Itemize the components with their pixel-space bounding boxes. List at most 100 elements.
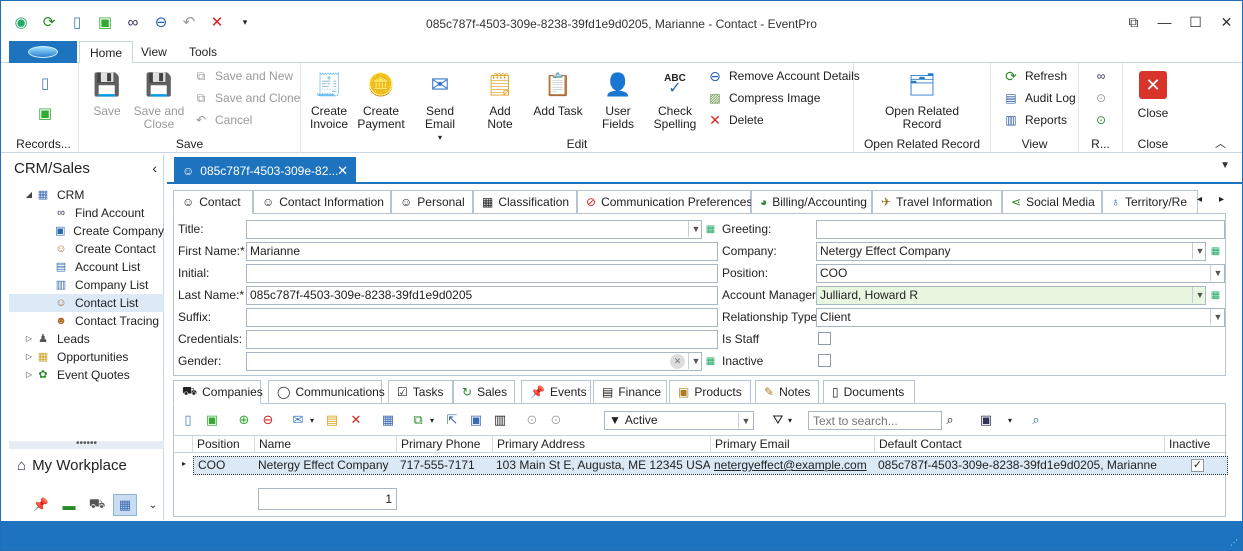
- maximize-button[interactable]: ☐: [1180, 9, 1211, 35]
- chevron-down-icon[interactable]: ▼: [1192, 243, 1207, 259]
- tab-communications[interactable]: ◯ Communications: [268, 380, 385, 404]
- collapsed-arrow-icon[interactable]: ▷: [23, 330, 35, 348]
- nav-item-contact-list[interactable]: ☺ Contact List: [9, 294, 164, 312]
- initial-field[interactable]: [246, 264, 718, 283]
- dropdown-arrow-icon[interactable]: ▾: [1000, 410, 1020, 430]
- move-up-icon[interactable]: ⊙: [522, 410, 542, 430]
- tab-contact-information[interactable]: ☺ Contact Information: [253, 190, 391, 214]
- add-note-button[interactable]: 🗒 Add Note: [475, 67, 525, 131]
- document-tab[interactable]: ☺ 085c787f-4503-309e-82... ✕: [174, 157, 356, 184]
- move-down-button[interactable]: ⊙: [1093, 110, 1115, 130]
- greeting-field[interactable]: [816, 220, 1225, 239]
- search-input[interactable]: [808, 411, 942, 430]
- first-name-field[interactable]: Marianne: [246, 242, 718, 261]
- find-button[interactable]: ∞: [1093, 66, 1115, 86]
- tab-tasks[interactable]: ☑ Tasks: [388, 380, 453, 404]
- move-down-icon[interactable]: ⊙: [546, 410, 566, 430]
- dropdown-arrow-icon[interactable]: ▾: [302, 410, 322, 430]
- lookup-icon[interactable]: ▦: [703, 354, 718, 369]
- position-select[interactable]: COO: [816, 264, 1225, 283]
- cancel-button[interactable]: ↶ Cancel: [193, 110, 252, 130]
- title-select[interactable]: [246, 220, 702, 239]
- nav-item-event-quotes[interactable]: ▷ ✿ Event Quotes: [9, 366, 164, 384]
- add-row-icon[interactable]: ⊕: [234, 410, 254, 430]
- new-icon[interactable]: ▯: [178, 410, 198, 430]
- expanded-arrow-icon[interactable]: ◢: [23, 186, 35, 204]
- credentials-field[interactable]: [246, 330, 718, 349]
- pin-icon[interactable]: 📌: [29, 494, 53, 516]
- truck-icon[interactable]: ⛟: [85, 494, 109, 516]
- create-payment-button[interactable]: 🪙 Create Payment: [357, 67, 405, 131]
- resize-grip-icon[interactable]: ⋰: [1230, 538, 1238, 547]
- collapsed-arrow-icon[interactable]: ▷: [23, 348, 35, 366]
- remove-account-details-button[interactable]: ⊖ Remove Account Details: [707, 66, 860, 86]
- tab-documents[interactable]: ▯ Documents: [823, 380, 915, 404]
- open-icon[interactable]: ⇱: [442, 410, 462, 430]
- nav-item-leads[interactable]: ▷ ♟ Leads: [9, 330, 164, 348]
- column-header-inactive[interactable]: Inactive: [1164, 436, 1227, 453]
- is-staff-checkbox[interactable]: [818, 332, 831, 345]
- open-related-record-button[interactable]: 🗂 Open Related Record: [872, 67, 972, 131]
- tab-territory[interactable]: ♁ Territory/Re: [1102, 190, 1198, 214]
- search-icon[interactable]: ⌕: [940, 410, 960, 430]
- tab-billing-accounting[interactable]: ◕ Billing/Accounting: [751, 190, 872, 214]
- tab-companies[interactable]: ⛟ Companies: [173, 380, 263, 404]
- dropdown-arrow-icon[interactable]: ▾: [422, 410, 442, 430]
- nav-item-create-company[interactable]: ▣ Create Company: [9, 222, 164, 240]
- tab-communication-preferences[interactable]: ⊘ Communication Preferences: [577, 190, 752, 214]
- dropdown-arrow-icon[interactable]: ▾: [780, 410, 800, 430]
- tab-social-media[interactable]: ⋖ Social Media: [1002, 190, 1102, 214]
- inactive-row-checkbox[interactable]: ✓: [1191, 459, 1204, 472]
- tab-list-dropdown-icon[interactable]: ▼: [1220, 160, 1230, 171]
- remove-row-icon[interactable]: ⊖: [258, 410, 278, 430]
- clear-icon[interactable]: ✕: [670, 354, 685, 369]
- column-header-default-contact[interactable]: Default Contact: [874, 436, 1164, 453]
- nav-item-opportunities[interactable]: ▷ ▦ Opportunities: [9, 348, 164, 366]
- app-menu-button[interactable]: [9, 41, 77, 63]
- refresh-button[interactable]: ⟳ Refresh: [1003, 66, 1067, 86]
- close-button[interactable]: ✕ Close: [1131, 67, 1175, 120]
- tab-personal[interactable]: ☺ Personal: [391, 190, 473, 214]
- column-header-primary-phone[interactable]: Primary Phone: [396, 436, 492, 453]
- tab-travel-information[interactable]: ✈ Travel Information: [872, 190, 1002, 214]
- save-and-close-button[interactable]: 💾 Save and Close: [131, 67, 187, 131]
- lookup-icon[interactable]: ▦: [1208, 244, 1223, 259]
- company-select[interactable]: Netergy Effect Company: [816, 242, 1206, 261]
- nav-item-account-list[interactable]: ▤ Account List: [9, 258, 164, 276]
- chevron-down-icon[interactable]: ▼: [688, 353, 703, 369]
- more-chevron-icon[interactable]: ⌄: [141, 494, 165, 516]
- lookup-icon[interactable]: ▦: [703, 222, 718, 237]
- tab-home[interactable]: Home: [79, 41, 134, 64]
- audit-log-button[interactable]: ▤ Audit Log: [1003, 88, 1075, 108]
- account-manager-select[interactable]: Julliard, Howard R: [816, 286, 1206, 305]
- email-link[interactable]: netergyeffect@example.com: [714, 458, 867, 472]
- minimize-button[interactable]: —: [1149, 9, 1180, 35]
- export-icon[interactable]: ▦: [378, 410, 398, 430]
- last-name-field[interactable]: 085c787f-4503-309e-8238-39fd1e9d0205: [246, 286, 718, 305]
- chevron-down-icon[interactable]: ▼: [738, 413, 753, 429]
- tab-view[interactable]: View: [131, 41, 177, 64]
- tab-events[interactable]: 📌 Events: [521, 380, 591, 404]
- restore-pane-icon[interactable]: ⧉: [1118, 9, 1149, 35]
- user-fields-button[interactable]: 👤 User Fields: [589, 67, 647, 131]
- save-and-new-button[interactable]: ⧉ Save and New: [193, 66, 293, 86]
- collapse-ribbon-icon[interactable]: ︿: [1215, 135, 1226, 151]
- move-up-button[interactable]: ⊙: [1093, 88, 1115, 108]
- close-tab-icon[interactable]: ✕: [337, 163, 348, 179]
- tab-scroll-left-icon[interactable]: ◂: [1197, 194, 1202, 205]
- column-header-primary-email[interactable]: Primary Email: [710, 436, 874, 453]
- add-task-button[interactable]: 📋 Add Task: [533, 67, 583, 118]
- nav-item-create-contact[interactable]: ☺ Create Contact: [9, 240, 164, 258]
- save-and-clone-button[interactable]: ⧉ Save and Clone: [193, 88, 301, 108]
- status-filter-select[interactable]: ▼ Active ▼: [604, 411, 754, 430]
- save-layout-icon[interactable]: ▣: [976, 410, 996, 430]
- send-email-button[interactable]: ✉ Send Email ▾: [411, 67, 469, 144]
- columns-icon[interactable]: ▥: [490, 410, 510, 430]
- create-invoice-button[interactable]: 🧾 Create Invoice: [307, 67, 351, 131]
- chevron-down-icon[interactable]: ▼: [1210, 265, 1225, 281]
- new-record-button[interactable]: ▯: [37, 73, 59, 93]
- nav-item-crm[interactable]: ◢ ▦ CRM: [9, 186, 164, 204]
- table-row[interactable]: COO Netergy Effect Company 717-555-7171 …: [193, 456, 1228, 475]
- tab-tools[interactable]: Tools: [179, 41, 227, 64]
- delete-icon[interactable]: ✕: [346, 410, 366, 430]
